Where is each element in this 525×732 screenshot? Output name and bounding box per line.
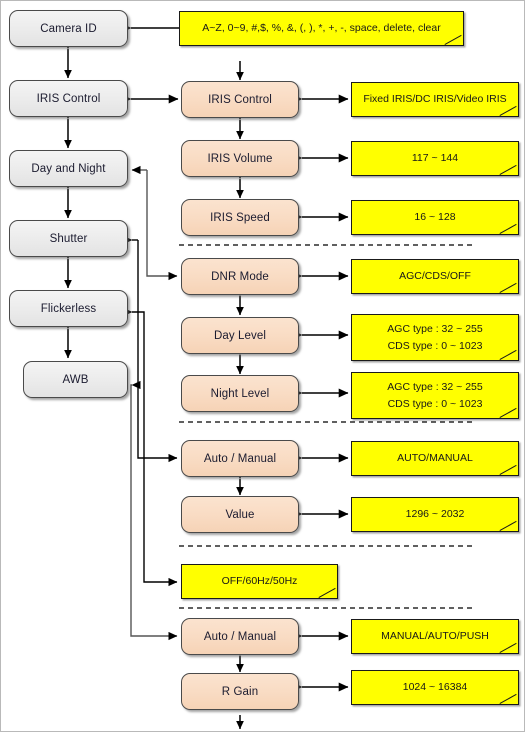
sub-node-iris-volume[interactable]: IRIS Volume — [181, 140, 299, 177]
node-label: R Gain — [221, 685, 259, 698]
note-line: AGC type : 32 ~ 255 — [387, 323, 483, 336]
node-label: Flickerless — [40, 302, 97, 315]
note-line: AUTO/MANUAL — [397, 452, 473, 465]
menu-node-awb[interactable]: AWB — [23, 361, 128, 398]
note-day-level-values: AGC type : 32 ~ 255 CDS type : 0 ~ 1023 — [351, 314, 519, 361]
note-camera-id-values: A~Z, 0~9, #,$, %, &, (, ), *, +, -, spac… — [179, 11, 464, 46]
note-flickerless-values: OFF/60Hz/50Hz — [181, 564, 338, 599]
sub-node-iris-speed[interactable]: IRIS Speed — [181, 199, 299, 236]
node-label: Day Level — [213, 329, 267, 342]
note-line: 16 ~ 128 — [414, 211, 456, 224]
menu-node-flickerless[interactable]: Flickerless — [9, 290, 128, 327]
page-fold-icon — [500, 106, 519, 117]
page-fold-icon — [319, 588, 338, 599]
page-fold-icon — [500, 408, 519, 419]
note-awb-mode-values: MANUAL/AUTO/PUSH — [351, 619, 519, 654]
note-line: AGC type : 32 ~ 255 — [387, 381, 483, 394]
page-fold-icon — [500, 694, 519, 705]
page-fold-icon — [445, 35, 464, 46]
node-label: Camera ID — [40, 22, 97, 35]
node-label: IRIS Control — [208, 93, 272, 106]
node-label: AWB — [62, 373, 89, 386]
note-line: AGC/CDS/OFF — [399, 270, 471, 283]
note-iris-volume-values: 117 ~ 144 — [351, 141, 519, 176]
note-dnr-mode-values: AGC/CDS/OFF — [351, 259, 519, 294]
node-label: Auto / Manual — [203, 452, 277, 465]
note-r-gain-values: 1024 ~ 16384 — [351, 670, 519, 705]
sub-node-night-level[interactable]: Night Level — [181, 375, 299, 412]
page-fold-icon — [500, 350, 519, 361]
note-line: OFF/60Hz/50Hz — [221, 575, 298, 588]
note-line: Fixed IRIS/DC IRIS/Video IRIS — [363, 93, 507, 106]
note-line: 117 ~ 144 — [411, 152, 459, 165]
note-night-level-values: AGC type : 32 ~ 255 CDS type : 0 ~ 1023 — [351, 372, 519, 419]
sub-node-awb-auto-manual[interactable]: Auto / Manual — [181, 618, 299, 655]
note-shutter-mode-values: AUTO/MANUAL — [351, 441, 519, 476]
sub-node-iris-control[interactable]: IRIS Control — [181, 81, 299, 118]
menu-node-day-and-night[interactable]: Day and Night — [9, 150, 128, 187]
page-fold-icon — [500, 224, 519, 235]
node-label: DNR Mode — [211, 270, 269, 283]
node-label: Day and Night — [31, 162, 106, 175]
diagram-canvas: Camera ID IRIS Control Day and Night Shu… — [0, 0, 525, 732]
node-label: IRIS Volume — [207, 152, 273, 165]
page-fold-icon — [500, 165, 519, 176]
node-label: IRIS Control — [36, 92, 101, 105]
note-line: 1024 ~ 16384 — [402, 681, 468, 694]
menu-node-shutter[interactable]: Shutter — [9, 220, 128, 257]
sub-node-shutter-value[interactable]: Value — [181, 496, 299, 533]
node-label: Night Level — [210, 387, 270, 400]
menu-node-iris-control[interactable]: IRIS Control — [9, 80, 128, 117]
note-line: A~Z, 0~9, #,$, %, &, (, ), *, +, -, spac… — [202, 22, 441, 35]
sub-node-day-level[interactable]: Day Level — [181, 317, 299, 354]
note-shutter-value-values: 1296 ~ 2032 — [351, 497, 519, 532]
note-iris-speed-values: 16 ~ 128 — [351, 200, 519, 235]
node-label: Shutter — [49, 232, 88, 245]
page-fold-icon — [500, 521, 519, 532]
note-line: CDS type : 0 ~ 1023 — [387, 397, 483, 410]
sub-node-dnr-mode[interactable]: DNR Mode — [181, 258, 299, 295]
note-line: MANUAL/AUTO/PUSH — [381, 630, 489, 643]
node-label: IRIS Speed — [210, 211, 270, 224]
note-line: 1296 ~ 2032 — [405, 508, 465, 521]
node-label: Auto / Manual — [203, 630, 277, 643]
note-iris-control-values: Fixed IRIS/DC IRIS/Video IRIS — [351, 82, 519, 117]
sub-node-shutter-auto-manual[interactable]: Auto / Manual — [181, 440, 299, 477]
page-fold-icon — [500, 465, 519, 476]
page-fold-icon — [500, 283, 519, 294]
node-label: Value — [225, 508, 255, 521]
page-fold-icon — [500, 643, 519, 654]
menu-node-camera-id[interactable]: Camera ID — [9, 10, 128, 47]
sub-node-r-gain[interactable]: R Gain — [181, 673, 299, 710]
note-line: CDS type : 0 ~ 1023 — [387, 339, 483, 352]
